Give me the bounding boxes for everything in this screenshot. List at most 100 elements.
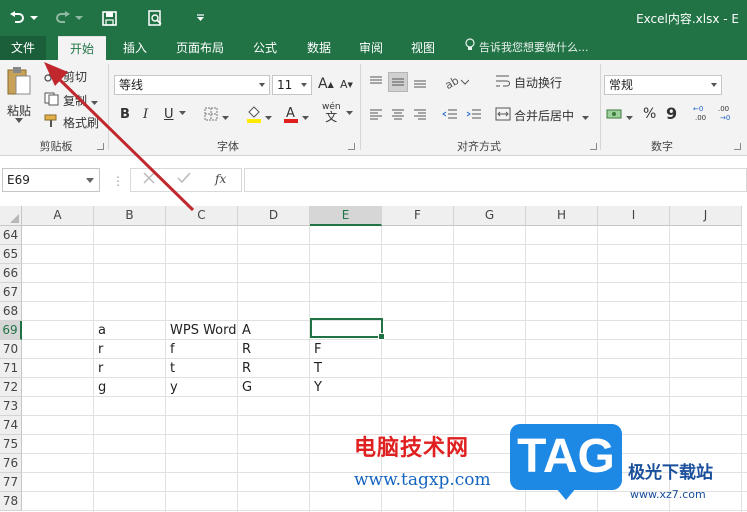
format-painter-button[interactable]: 格式刷 xyxy=(44,114,99,131)
cell-b72[interactable]: g xyxy=(94,378,106,397)
save-icon[interactable] xyxy=(98,7,120,29)
tab-home[interactable]: 开始 xyxy=(58,36,106,60)
align-bottom-button[interactable] xyxy=(410,72,430,92)
row-header-72[interactable]: 72 xyxy=(0,378,22,397)
undo-dropdown-icon[interactable] xyxy=(28,7,40,29)
redo-icon[interactable] xyxy=(52,7,74,29)
grow-font-button[interactable]: A ▲ xyxy=(318,76,334,92)
increase-decimal-button[interactable]: ←0.00 xyxy=(693,104,713,122)
tell-me-box[interactable]: 告诉我您想要做什么... xyxy=(465,36,589,60)
alignment-launcher-icon[interactable] xyxy=(590,143,597,150)
shrink-font-button[interactable]: A ▼ xyxy=(340,78,353,91)
row-header-70[interactable]: 70 xyxy=(0,340,22,359)
orientation-button[interactable]: ab xyxy=(442,72,472,92)
number-format-select[interactable]: 常规 xyxy=(604,75,722,95)
column-header-i[interactable]: I xyxy=(598,206,670,226)
active-cell-e69[interactable] xyxy=(310,318,385,340)
currency-button[interactable] xyxy=(606,107,633,124)
row-header-65[interactable]: 65 xyxy=(0,245,22,264)
italic-button[interactable]: I xyxy=(143,107,148,122)
fill-color-button[interactable] xyxy=(246,105,272,126)
paste-button[interactable]: 粘贴 xyxy=(7,102,31,119)
bold-button[interactable]: B xyxy=(120,107,130,122)
row-header-73[interactable]: 73 xyxy=(0,397,22,416)
copy-button[interactable]: 复制 xyxy=(44,92,99,109)
formula-input[interactable] xyxy=(244,168,747,192)
phonetic-button[interactable]: wén 文 xyxy=(322,102,341,123)
column-header-a[interactable]: A xyxy=(22,206,94,226)
cell-c72[interactable]: y xyxy=(166,378,178,397)
row-header-75[interactable]: 75 xyxy=(0,435,22,454)
row-header-69[interactable]: 69 xyxy=(0,321,22,340)
row-header-71[interactable]: 71 xyxy=(0,359,22,378)
align-middle-button[interactable] xyxy=(388,72,408,92)
row-header-67[interactable]: 67 xyxy=(0,283,22,302)
cell-e72[interactable]: Y xyxy=(310,378,322,397)
align-left-button[interactable] xyxy=(366,105,386,125)
cancel-icon[interactable] xyxy=(143,172,155,187)
border-button[interactable] xyxy=(204,107,229,124)
align-top-button[interactable] xyxy=(366,72,386,92)
cell-d69[interactable]: A xyxy=(238,321,251,340)
row-header-78[interactable]: 78 xyxy=(0,492,22,511)
merge-center-button[interactable]: 合并后居中 xyxy=(495,107,590,124)
font-size-select[interactable]: 11 xyxy=(272,75,312,95)
cell-c69[interactable]: WPS Word xyxy=(166,321,237,340)
column-header-j[interactable]: J xyxy=(670,206,742,226)
cell-d71[interactable]: R xyxy=(238,359,251,378)
column-header-c[interactable]: C xyxy=(166,206,238,226)
cell-b71[interactable]: r xyxy=(94,359,103,378)
column-header-h[interactable]: H xyxy=(526,206,598,226)
tab-page-layout[interactable]: 页面布局 xyxy=(168,36,232,60)
cell-c70[interactable]: f xyxy=(166,340,175,359)
paste-dropdown-icon[interactable] xyxy=(15,118,23,123)
cell-e71[interactable]: T xyxy=(310,359,322,378)
tab-review[interactable]: 审阅 xyxy=(350,36,392,60)
row-header-76[interactable]: 76 xyxy=(0,454,22,473)
column-header-f[interactable]: F xyxy=(382,206,454,226)
phonetic-dropdown-icon[interactable] xyxy=(346,111,353,115)
increase-indent-button[interactable] xyxy=(464,105,484,125)
tab-data[interactable]: 数据 xyxy=(298,36,340,60)
number-launcher-icon[interactable] xyxy=(734,143,741,150)
select-all-button[interactable] xyxy=(0,206,22,226)
row-header-66[interactable]: 66 xyxy=(0,264,22,283)
decrease-decimal-button[interactable]: .00 →0 xyxy=(718,104,738,122)
print-preview-icon[interactable] xyxy=(144,7,166,29)
column-header-b[interactable]: B xyxy=(94,206,166,226)
undo-icon[interactable] xyxy=(6,7,28,29)
cell-b70[interactable]: r xyxy=(94,340,103,359)
percent-button[interactable]: % xyxy=(643,106,656,122)
cut-button[interactable]: 剪切 xyxy=(44,67,87,85)
row-header-64[interactable]: 64 xyxy=(0,226,22,245)
cell-e70[interactable]: F xyxy=(310,340,321,359)
paste-icon[interactable] xyxy=(6,66,32,96)
name-box[interactable]: E69 xyxy=(2,168,100,192)
cell-c71[interactable]: t xyxy=(166,359,175,378)
font-color-button[interactable]: A xyxy=(283,105,309,126)
underline-dropdown-icon[interactable] xyxy=(179,111,186,115)
cell-d70[interactable]: R xyxy=(238,340,251,359)
cell-d72[interactable]: G xyxy=(238,378,252,397)
row-header-74[interactable]: 74 xyxy=(0,416,22,435)
align-right-button[interactable] xyxy=(410,105,430,125)
wrap-text-button[interactable]: 自动换行 xyxy=(495,74,562,91)
decrease-indent-button[interactable] xyxy=(440,105,460,125)
clipboard-launcher-icon[interactable] xyxy=(97,143,104,150)
column-header-e[interactable]: E xyxy=(310,206,382,226)
row-header-68[interactable]: 68 xyxy=(0,302,22,321)
row-header-77[interactable]: 77 xyxy=(0,473,22,492)
tab-formulas[interactable]: 公式 xyxy=(244,36,286,60)
tab-view[interactable]: 视图 xyxy=(402,36,444,60)
insert-function-icon[interactable]: fx xyxy=(215,172,226,186)
align-center-button[interactable] xyxy=(388,105,408,125)
font-name-select[interactable]: 等线 xyxy=(114,75,270,95)
column-header-g[interactable]: G xyxy=(454,206,526,226)
redo-dropdown-icon[interactable] xyxy=(74,7,84,29)
comma-style-button[interactable]: 9 xyxy=(666,104,677,123)
enter-check-icon[interactable] xyxy=(177,172,191,187)
underline-button[interactable]: U xyxy=(164,107,174,122)
column-header-d[interactable]: D xyxy=(238,206,310,226)
font-launcher-icon[interactable] xyxy=(348,143,355,150)
cell-b69[interactable]: a xyxy=(94,321,106,340)
